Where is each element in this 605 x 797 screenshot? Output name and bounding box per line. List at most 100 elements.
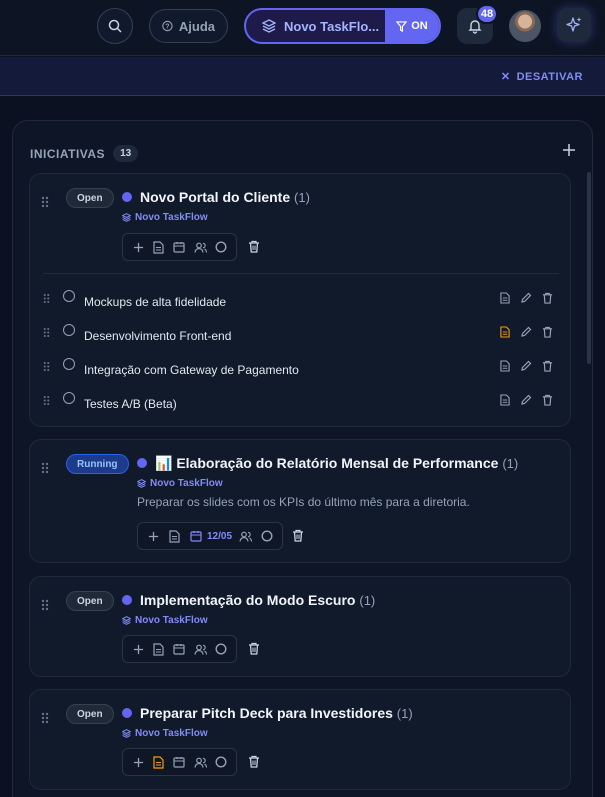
deactivate-filter-button[interactable]: ✕ DESATIVAR <box>501 70 583 84</box>
project-tag[interactable]: Novo TaskFlow <box>122 212 208 223</box>
add-initiative-button[interactable] <box>562 143 576 162</box>
layers-icon <box>122 616 131 625</box>
subtask-row[interactable]: Testes A/B (Beta) <box>43 391 559 415</box>
status-badge[interactable]: Running <box>66 454 129 474</box>
subtask-label[interactable]: Integração com Gateway de Pagamento <box>84 363 299 377</box>
plus-icon <box>148 531 159 541</box>
initiative-title[interactable]: Implementação do Modo Escuro (1) <box>140 592 375 608</box>
assignees-button[interactable] <box>193 754 208 770</box>
status-dot <box>122 708 132 718</box>
subtask-row[interactable]: Mockups de alta fidelidade <box>43 289 559 313</box>
initiative-title[interactable]: Novo Portal do Cliente (1) <box>140 189 310 205</box>
plus-icon <box>563 144 575 156</box>
progress-button[interactable] <box>213 239 228 255</box>
drag-handle-icon[interactable] <box>43 361 50 372</box>
edit-pencil-icon[interactable] <box>520 292 532 304</box>
document-icon[interactable] <box>500 292 510 304</box>
edit-pencil-icon[interactable] <box>520 360 532 372</box>
drag-handle-icon[interactable] <box>41 462 49 474</box>
initiative-title-text: Elaboração do Relatório Mensal de Perfor… <box>176 455 499 471</box>
due-date-label[interactable]: 12/05 <box>207 531 232 542</box>
project-selector-label: Novo TaskFlo... <box>284 18 380 34</box>
subtask-label[interactable]: Testes A/B (Beta) <box>84 397 177 411</box>
edit-pencil-icon[interactable] <box>520 394 532 406</box>
document-with-notes-icon[interactable] <box>500 326 510 338</box>
document-icon[interactable] <box>500 360 510 372</box>
drag-handle-icon[interactable] <box>41 196 49 208</box>
edit-pencil-icon[interactable] <box>520 326 532 338</box>
progress-button[interactable] <box>259 528 274 544</box>
delete-initiative-icon[interactable] <box>248 642 260 655</box>
initiative-count: (1) <box>359 593 376 608</box>
document-icon[interactable] <box>500 394 510 406</box>
document-icon <box>169 529 180 543</box>
project-tag[interactable]: Novo TaskFlow <box>122 615 208 626</box>
delete-initiative-icon[interactable] <box>248 240 260 253</box>
assignees-button[interactable] <box>238 528 253 544</box>
filter-state-label: ON <box>411 20 428 32</box>
calendar-icon <box>173 644 186 655</box>
notes-button[interactable] <box>167 528 182 544</box>
initiative-description: Preparar os slides com os KPIs do último… <box>137 495 470 509</box>
progress-circle-icon <box>215 241 227 253</box>
trash-icon[interactable] <box>542 360 553 372</box>
subtask-checkbox[interactable] <box>63 392 75 404</box>
drag-handle-icon[interactable] <box>41 599 49 611</box>
subtask-label[interactable]: Desenvolvimento Front-end <box>84 329 231 343</box>
drag-handle-icon[interactable] <box>43 327 50 338</box>
users-icon <box>193 242 207 253</box>
status-badge[interactable]: Open <box>66 704 114 724</box>
initiative-toolbar: 12/05 <box>137 522 283 550</box>
status-dot <box>122 595 132 605</box>
drag-handle-icon[interactable] <box>41 712 49 724</box>
trash-icon[interactable] <box>542 292 553 304</box>
drag-handle-icon[interactable] <box>43 395 50 406</box>
notes-button[interactable] <box>152 239 167 255</box>
add-subtask-button[interactable] <box>146 528 161 544</box>
ai-assistant-button[interactable] <box>557 8 591 42</box>
users-icon <box>239 531 253 542</box>
initiative-title[interactable]: Preparar Pitch Deck para Investidores (1… <box>140 705 413 721</box>
initiative-title[interactable]: 📊 Elaboração do Relatório Mensal de Perf… <box>155 455 518 472</box>
delete-initiative-icon[interactable] <box>292 529 304 542</box>
assignees-button[interactable] <box>193 239 208 255</box>
project-tag[interactable]: Novo TaskFlow <box>137 478 223 489</box>
add-subtask-button[interactable] <box>131 239 146 255</box>
add-subtask-button[interactable] <box>131 754 146 770</box>
trash-icon[interactable] <box>542 394 553 406</box>
project-tag[interactable]: Novo TaskFlow <box>122 728 208 739</box>
date-button[interactable] <box>172 641 187 657</box>
initiative-toolbar <box>122 748 237 776</box>
chart-emoji-icon: 📊 <box>155 455 173 471</box>
status-badge[interactable]: Open <box>66 188 114 208</box>
document-with-notes-icon <box>153 755 164 769</box>
scrollbar-thumb[interactable] <box>587 172 591 364</box>
notes-button[interactable] <box>152 641 167 657</box>
help-button[interactable]: ? Ajuda <box>149 9 228 43</box>
delete-initiative-icon[interactable] <box>248 755 260 768</box>
user-avatar[interactable] <box>509 10 541 42</box>
subtask-checkbox[interactable] <box>63 324 75 336</box>
status-badge[interactable]: Open <box>66 591 114 611</box>
subtask-label[interactable]: Mockups de alta fidelidade <box>84 295 226 309</box>
progress-button[interactable] <box>213 641 228 657</box>
deactivate-label: DESATIVAR <box>516 70 583 83</box>
search-button[interactable] <box>97 8 133 44</box>
progress-circle-icon <box>215 756 227 768</box>
add-subtask-button[interactable] <box>131 641 146 657</box>
date-button[interactable] <box>188 528 203 544</box>
progress-button[interactable] <box>213 754 228 770</box>
subtask-checkbox[interactable] <box>63 358 75 370</box>
subtask-row[interactable]: Desenvolvimento Front-end <box>43 323 559 347</box>
date-button[interactable] <box>172 239 187 255</box>
subtask-row[interactable]: Integração com Gateway de Pagamento <box>43 357 559 381</box>
date-button[interactable] <box>172 754 187 770</box>
trash-icon[interactable] <box>542 326 553 338</box>
project-filter-toggle[interactable]: Novo TaskFlo... ON <box>244 8 441 44</box>
subtask-checkbox[interactable] <box>63 290 75 302</box>
drag-handle-icon[interactable] <box>43 293 50 304</box>
assignees-button[interactable] <box>193 641 208 657</box>
filter-on-button[interactable]: ON <box>385 10 439 42</box>
project-selector[interactable]: Novo TaskFlo... <box>246 10 385 42</box>
notes-button[interactable] <box>152 754 167 770</box>
